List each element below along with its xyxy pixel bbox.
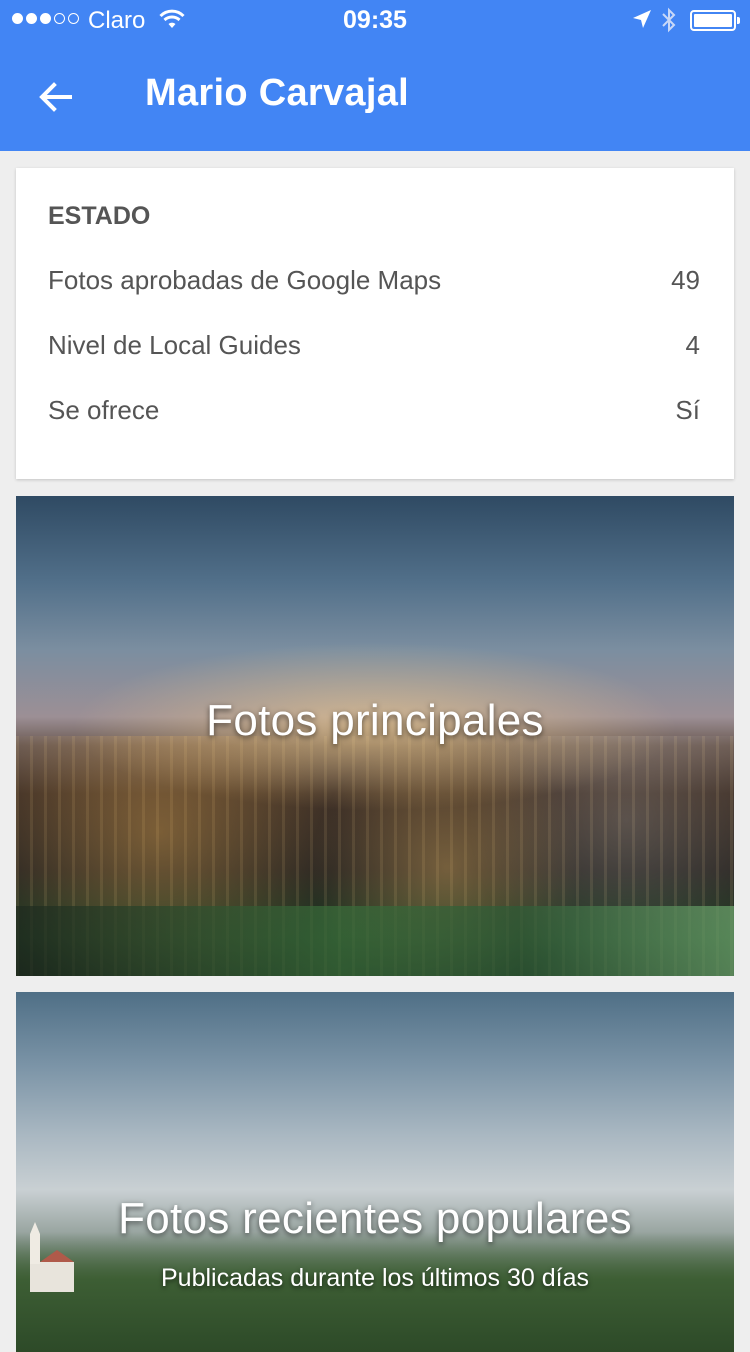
app-header: Claro 09:35 Mario Carvajal: [0, 0, 750, 151]
popular-recent-photos-subtitle: Publicadas durante los últimos 30 días: [160, 1264, 590, 1292]
status-card-heading: ESTADO: [48, 202, 151, 230]
status-bar: Claro 09:35: [0, 0, 750, 40]
stat-row-volunteers: Se ofrece Sí: [48, 395, 700, 435]
top-photos-title: Fotos principales: [206, 696, 544, 745]
stat-value: Sí: [675, 395, 700, 425]
top-photos-panel[interactable]: Fotos principales: [16, 496, 734, 976]
panorama-ground: [16, 906, 734, 976]
arrow-back-icon[interactable]: [34, 76, 78, 120]
stat-label: Fotos aprobadas de Google Maps: [48, 265, 442, 295]
stat-value: 4: [685, 330, 700, 360]
stat-value: 49: [671, 265, 700, 295]
status-card: ESTADO Fotos aprobadas de Google Maps 49…: [16, 168, 734, 479]
stat-row-approved-photos: Fotos aprobadas de Google Maps 49: [48, 265, 700, 305]
bluetooth-icon: [662, 7, 676, 33]
stat-row-local-guides-level: Nivel de Local Guides 4: [48, 330, 700, 370]
stat-label: Se ofrece: [48, 395, 160, 425]
battery-icon: [690, 10, 740, 31]
popular-recent-photos-panel[interactable]: Fotos recientes populares Publicadas dur…: [16, 992, 734, 1352]
location-arrow-icon: [633, 10, 651, 28]
stat-label: Nivel de Local Guides: [48, 330, 301, 360]
page-title: Mario Carvajal: [145, 72, 409, 114]
popular-recent-photos-title: Fotos recientes populares: [118, 1194, 632, 1243]
